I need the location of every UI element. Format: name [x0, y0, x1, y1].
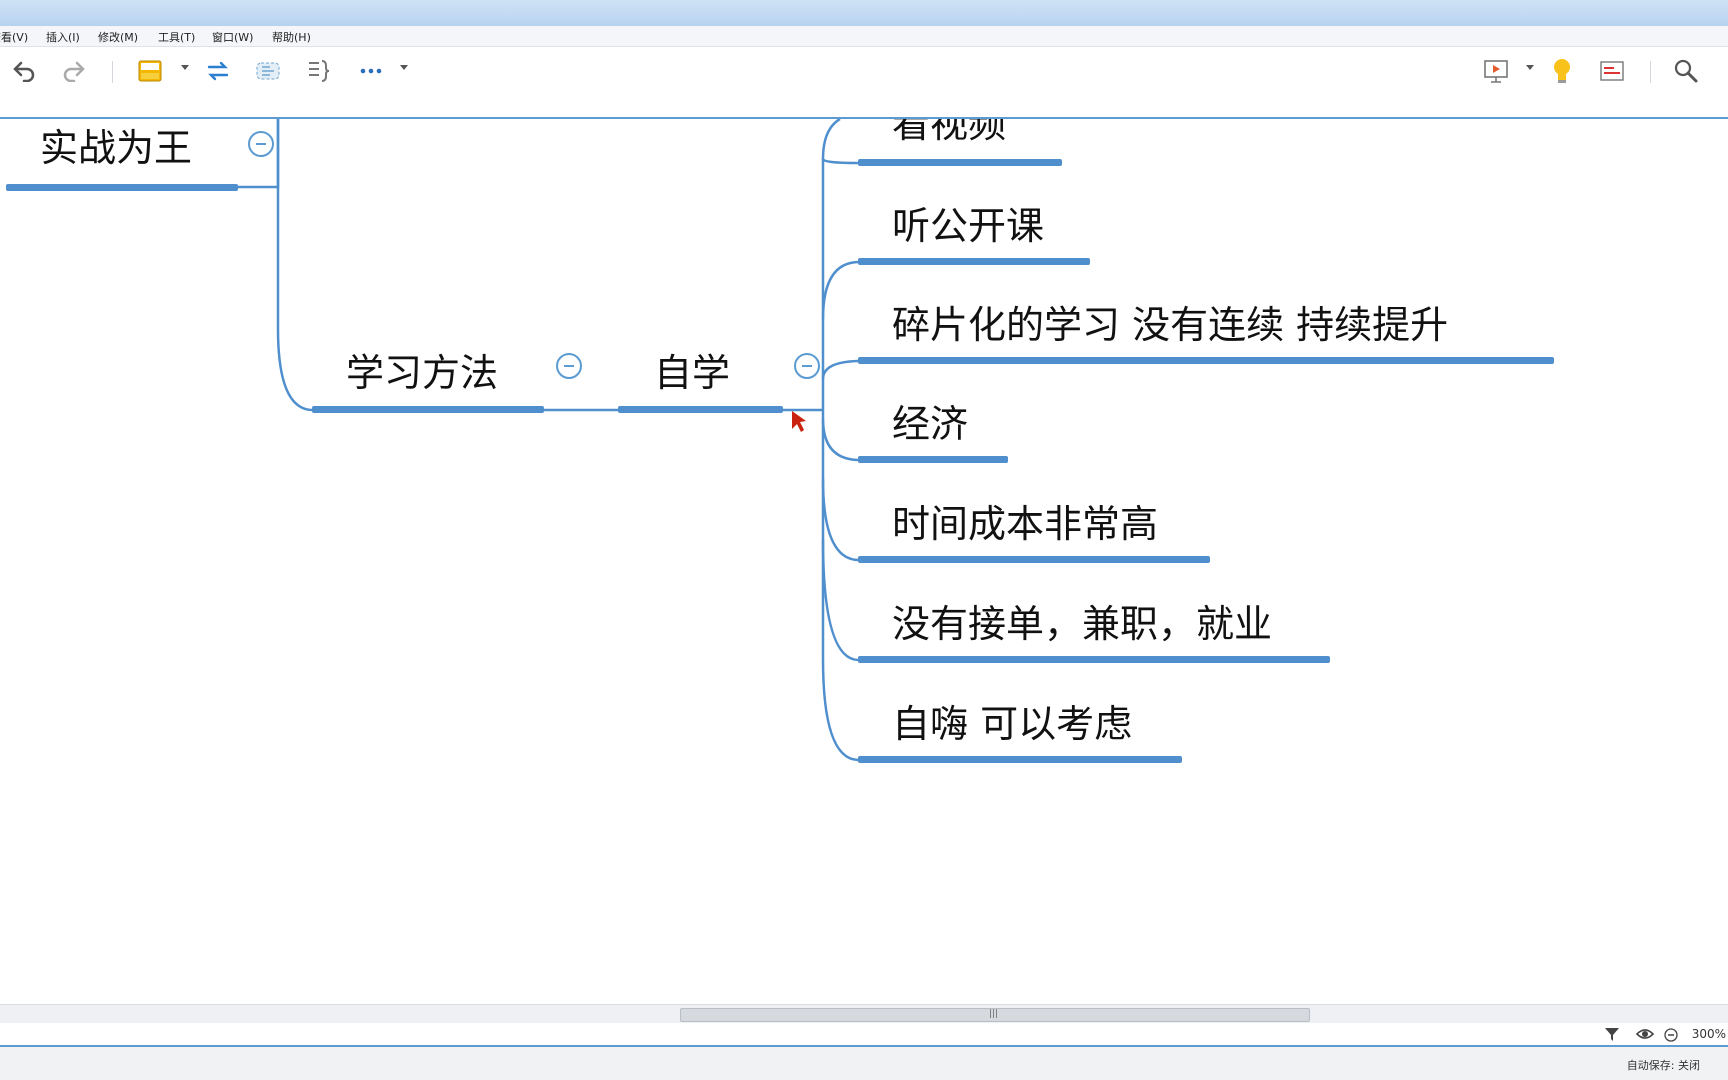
leaf-label[interactable]: 看视频: [892, 119, 1006, 143]
leaf-connector: [821, 478, 859, 562]
boundary-icon[interactable]: [252, 55, 284, 87]
leaf-connector: [821, 260, 859, 320]
leaf-underline: [858, 456, 1008, 463]
redo-icon[interactable]: [58, 55, 90, 87]
horizontal-scrollbar[interactable]: |||: [0, 1004, 1728, 1023]
menu-bar: 查看(V) 插入(I) 修改(M) 工具(T) 窗口(W) 帮助(H): [0, 26, 1728, 47]
toolbar-separator: [112, 61, 113, 83]
save-icon[interactable]: [134, 55, 166, 87]
search-icon[interactable]: [1670, 55, 1702, 87]
leaf-label[interactable]: 碎片化的学习 没有连续 持续提升: [892, 306, 1448, 344]
leaf-connector: [821, 158, 859, 165]
summary-icon[interactable]: [302, 55, 334, 87]
leaf-label[interactable]: 没有接单，兼职，就业: [892, 605, 1272, 643]
menu-insert[interactable]: 插入(I): [46, 29, 80, 45]
mindmap-connectors: [6, 119, 1554, 763]
toolbar: [0, 47, 1728, 119]
undo-icon[interactable]: [8, 55, 40, 87]
eye-icon[interactable]: [1635, 1026, 1655, 1046]
idea-icon[interactable]: [1546, 55, 1578, 87]
filter-icon[interactable]: [1604, 1026, 1620, 1046]
leaf-underline: [858, 556, 1210, 563]
collapse-branch-icon[interactable]: [556, 353, 582, 379]
menu-help[interactable]: 帮助(H): [272, 29, 311, 45]
zoom-level[interactable]: 300%: [1692, 1027, 1726, 1041]
leaf-spine: [821, 119, 859, 762]
leaf-connector: [821, 538, 859, 662]
leaf-underline: [858, 258, 1090, 265]
leaf-underline: [858, 656, 1330, 663]
autosave-status[interactable]: 自动保存: 关闭: [1627, 1057, 1700, 1073]
zoom-out-icon[interactable]: [1664, 1027, 1678, 1046]
branch-connector: [276, 119, 313, 412]
relationship-icon[interactable]: [202, 55, 234, 87]
window-title-bar: [0, 0, 1728, 27]
menu-tools[interactable]: 工具(T): [158, 29, 195, 45]
scrollbar-thumb[interactable]: |||: [680, 1008, 1310, 1022]
presentation-dropdown-caret[interactable]: [1526, 65, 1534, 70]
leaf-label[interactable]: 经济: [892, 405, 968, 443]
branch-underline: [312, 406, 544, 413]
leaf-connector: [821, 359, 859, 380]
leaf-underline: [858, 357, 1554, 364]
save-dropdown-caret[interactable]: [181, 65, 189, 70]
leaf-underline: [858, 159, 1062, 166]
node-branch-label[interactable]: 学习方法: [346, 354, 498, 392]
collapse-subbranch-icon[interactable]: [794, 353, 820, 379]
leaf-connector: [821, 418, 859, 462]
menu-view[interactable]: 查看(V): [0, 29, 28, 45]
toolbar-separator: [1650, 61, 1651, 83]
leaf-underline: [858, 756, 1182, 763]
root-underline: [6, 184, 238, 191]
bottom-bar: 自动保存: 关闭: [0, 1047, 1728, 1080]
subbranch-underline: [618, 406, 783, 413]
outline-icon[interactable]: [1596, 55, 1628, 87]
mouse-cursor-icon: [792, 411, 806, 432]
more-icon[interactable]: [355, 55, 387, 87]
presentation-icon[interactable]: [1480, 55, 1512, 87]
menu-window[interactable]: 窗口(W): [212, 29, 253, 45]
menu-modify[interactable]: 修改(M): [98, 29, 138, 45]
collapse-root-icon[interactable]: [248, 131, 274, 157]
scrollbar-grip: |||: [989, 1009, 999, 1019]
leaf-label[interactable]: 时间成本非常高: [892, 505, 1158, 543]
status-bar: 300%: [0, 1023, 1728, 1047]
leaf-label[interactable]: 自嗨 可以考虑: [892, 705, 1132, 743]
node-subbranch-label[interactable]: 自学: [654, 354, 730, 392]
mindmap-canvas[interactable]: 实战为王 学习方法 自学 看视频 听公开课 碎片化的学习 没有连续 持续提升 经…: [0, 119, 1728, 1004]
leaf-label[interactable]: 听公开课: [892, 207, 1044, 245]
more-dropdown-caret[interactable]: [400, 65, 408, 70]
node-root-label[interactable]: 实战为王: [40, 129, 192, 167]
